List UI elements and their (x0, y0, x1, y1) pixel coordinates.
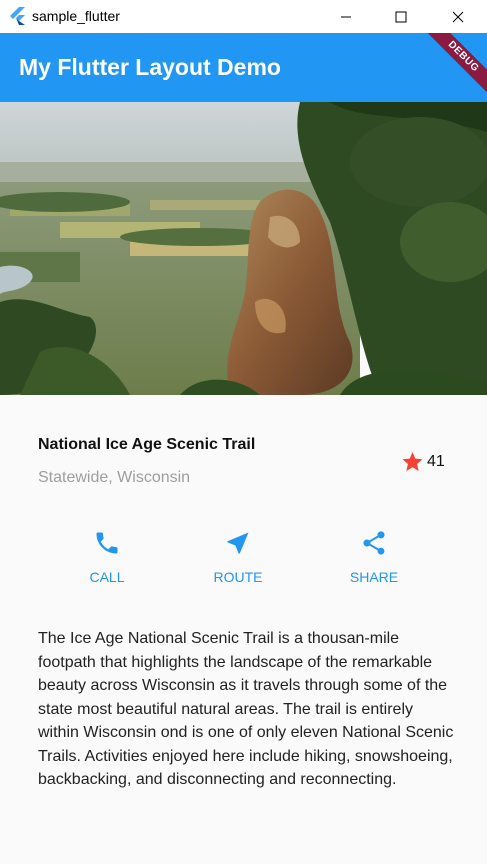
landscape-photo (0, 102, 487, 395)
phone-icon (96, 532, 118, 554)
window-title: sample_flutter (32, 8, 120, 24)
star-icon[interactable] (400, 450, 425, 474)
flutter-logo-icon (10, 7, 25, 25)
favorite-count: 41 (427, 453, 445, 470)
minimize-button[interactable] (323, 0, 369, 33)
debug-banner: DEBUG (420, 33, 487, 100)
minimize-icon (341, 16, 351, 17)
route-label: ROUTE (213, 569, 263, 585)
app-bar: My Flutter Layout Demo DEBUG (0, 33, 487, 102)
close-button[interactable] (435, 0, 481, 33)
window-titlebar[interactable]: sample_flutter (0, 0, 487, 33)
maximize-icon (395, 11, 407, 22)
hero-image (0, 102, 487, 395)
share-icon (363, 531, 385, 555)
navigation-icon (227, 532, 249, 554)
call-button[interactable]: CALL (62, 529, 152, 585)
share-button[interactable]: SHARE (329, 529, 419, 585)
app-window: sample_flutter My Flutter Layout Demo DE… (0, 0, 487, 864)
place-title: National Ice Age Scenic Trail (38, 436, 256, 453)
place-subtitle: Statewide, Wisconsin (38, 469, 191, 486)
call-label: CALL (89, 569, 125, 585)
app-bar-title: My Flutter Layout Demo (19, 54, 281, 80)
route-button[interactable]: ROUTE (193, 529, 283, 585)
close-icon (452, 11, 464, 22)
place-description: The Ice Age National Scenic Trail is a t… (38, 630, 454, 788)
share-label: SHARE (349, 569, 399, 585)
maximize-button[interactable] (378, 0, 424, 33)
